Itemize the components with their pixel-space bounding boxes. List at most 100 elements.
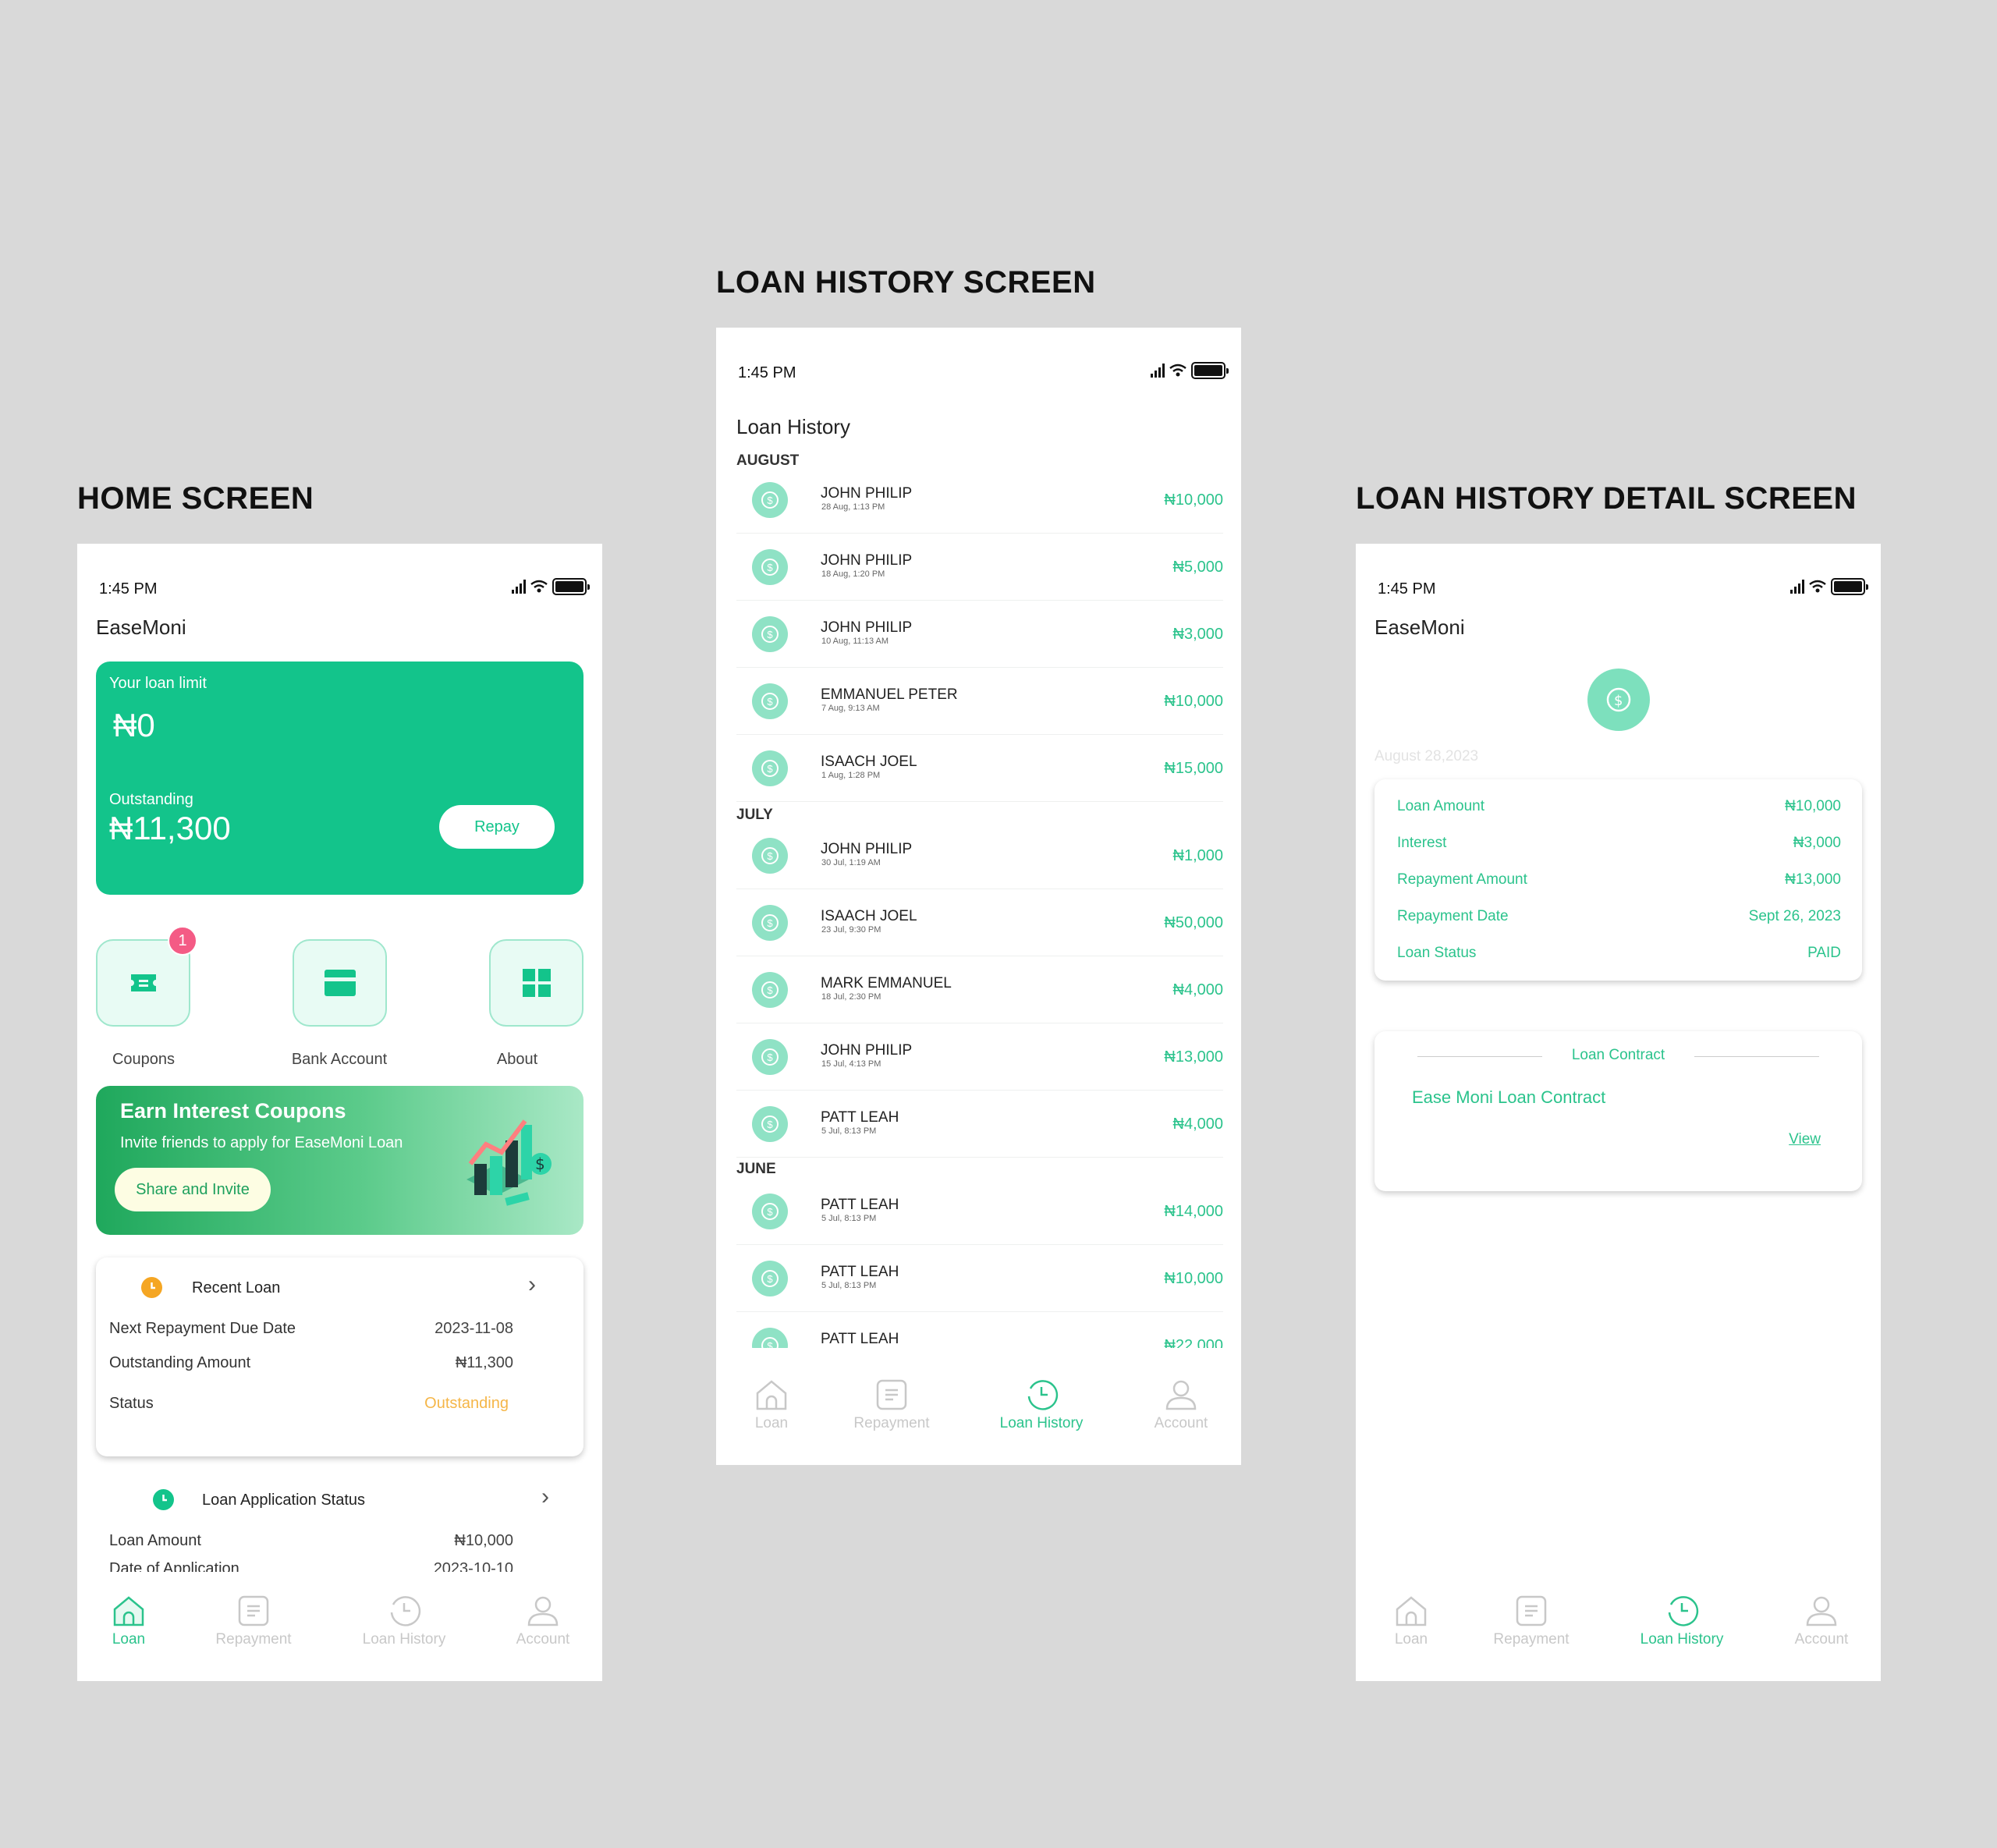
detail-value: Sept 26, 2023 <box>1748 908 1841 924</box>
list-item[interactable]: $ PATT LEAH ₦22,000 <box>736 1312 1223 1348</box>
loan-history-detail-screen: 1:45 PM EaseMoni $ August 28,2023 Loan A… <box>1356 544 1881 1681</box>
tab-repayment[interactable]: Repayment <box>199 1594 308 1648</box>
wifi-icon <box>1809 580 1826 593</box>
contract-heading: Loan Contract <box>1571 1047 1665 1063</box>
loan-date: 18 Jul, 2:30 PM <box>821 992 881 1002</box>
detail-label: Loan Amount <box>1397 798 1484 814</box>
detail-label: Repayment Amount <box>1397 871 1527 888</box>
signal-icon <box>512 580 526 594</box>
detail-value: ₦13,000 <box>1785 871 1841 888</box>
borrower-name: EMMANUEL PETER <box>821 686 958 703</box>
app-title: EaseMoni <box>96 615 186 639</box>
tab-account[interactable]: Account <box>1126 1378 1236 1432</box>
month-header: JUNE <box>736 1161 776 1177</box>
tab-loan[interactable]: Loan <box>1357 1594 1466 1648</box>
home-icon <box>756 1380 787 1410</box>
borrower-name: MARK EMMANUEL <box>821 975 952 991</box>
repay-button[interactable]: Repay <box>439 805 555 849</box>
tab-loan-history[interactable]: Loan History <box>1627 1594 1736 1648</box>
outstanding-value: ₦11,300 <box>109 810 231 846</box>
battery-icon <box>1191 362 1229 379</box>
status-bar: 1:45 PM <box>77 544 602 598</box>
recent-row-value: ₦11,300 <box>455 1354 513 1371</box>
loan-limit-label: Your loan limit <box>109 675 207 692</box>
loan-amount: ₦14,000 <box>1164 1203 1223 1220</box>
list-item[interactable]: $ EMMANUEL PETER 7 Aug, 9:13 AM ₦10,000 <box>736 668 1223 735</box>
tab-label: Loan <box>112 1631 146 1648</box>
borrower-name: JOHN PHILIP <box>821 619 913 636</box>
tab-label: Repayment <box>853 1415 930 1431</box>
tab-repayment[interactable]: Repayment <box>1477 1594 1586 1648</box>
clock-icon <box>153 1489 174 1510</box>
borrower-name: JOHN PHILIP <box>821 1042 913 1059</box>
home-icon <box>1396 1596 1427 1626</box>
tab-account[interactable]: Account <box>488 1594 598 1648</box>
borrower-name: PATT LEAH <box>821 1331 899 1347</box>
loan-amount: ₦3,000 <box>1172 626 1224 643</box>
list-item[interactable]: $ MARK EMMANUEL 18 Jul, 2:30 PM ₦4,000 <box>736 956 1223 1023</box>
tab-loan[interactable]: Loan <box>717 1378 826 1432</box>
growth-illustration-icon: $ <box>466 1119 552 1206</box>
coin-icon: $ <box>752 616 788 652</box>
list-item[interactable]: $ PATT LEAH 5 Jul, 8:13 PM ₦4,000 <box>736 1091 1223 1158</box>
loan-amount: ₦4,000 <box>1172 981 1224 998</box>
share-invite-button[interactable]: Share and Invite <box>115 1168 271 1211</box>
about-button[interactable] <box>489 939 583 1027</box>
list-item[interactable]: $ JOHN PHILIP 28 Aug, 1:13 PM ₦10,000 <box>736 466 1223 534</box>
tab-label: Account <box>516 1631 570 1648</box>
coin-icon: $ <box>752 905 788 941</box>
tab-loan[interactable]: Loan <box>77 1594 183 1648</box>
recent-row-label: Outstanding Amount <box>109 1354 251 1371</box>
promo-subtitle: Invite friends to apply for EaseMoni Loa… <box>120 1134 403 1151</box>
coin-icon: $ <box>752 1261 788 1296</box>
chevron-right-icon: › <box>528 1272 536 1297</box>
borrower-name: JOHN PHILIP <box>821 485 913 502</box>
tab-loan-history[interactable]: Loan History <box>987 1378 1096 1432</box>
loan-amount: ₦15,000 <box>1164 760 1223 777</box>
tab-account[interactable]: Account <box>1767 1594 1876 1648</box>
coin-icon: $ <box>1587 669 1650 731</box>
tab-label: Repayment <box>215 1631 292 1648</box>
detail-label: Loan Status <box>1397 945 1477 961</box>
bank-card-icon <box>324 970 356 996</box>
coin-icon: $ <box>752 838 788 874</box>
promo-banner: Earn Interest Coupons Invite friends to … <box>96 1086 583 1235</box>
loan-status-value: PAID <box>1807 945 1841 961</box>
borrower-name: ISAACH JOEL <box>821 754 917 770</box>
list-item[interactable]: $ PATT LEAH 5 Jul, 8:13 PM ₦10,000 <box>736 1245 1223 1312</box>
tab-bar: Loan Repayment Loan History Account <box>77 1572 602 1681</box>
outstanding-label: Outstanding <box>109 791 193 808</box>
tab-loan-history[interactable]: Loan History <box>349 1594 459 1648</box>
promo-title: Earn Interest Coupons <box>120 1099 346 1123</box>
coin-icon: $ <box>752 549 788 585</box>
tab-label: Repayment <box>1493 1631 1570 1648</box>
loan-date: 15 Jul, 4:13 PM <box>821 1059 881 1069</box>
list-item[interactable]: $ PATT LEAH 5 Jul, 8:13 PM ₦14,000 <box>736 1178 1223 1245</box>
list-item[interactable]: $ JOHN PHILIP 18 Aug, 1:20 PM ₦5,000 <box>736 534 1223 601</box>
application-status-title: Loan Application Status <box>202 1492 366 1509</box>
loan-history-list[interactable]: 1:45 PM Loan History AUGUST $ JOHN PHILIP… <box>716 328 1241 1348</box>
loan-limit-value: ₦0 <box>113 707 155 743</box>
list-item[interactable]: $ ISAACH JOEL 1 Aug, 1:28 PM ₦15,000 <box>736 735 1223 802</box>
list-item[interactable]: $ JOHN PHILIP 30 Jul, 1:19 AM ₦1,000 <box>736 822 1223 889</box>
tab-label: Loan <box>1394 1631 1428 1648</box>
signal-icon <box>1151 364 1165 378</box>
coin-icon: $ <box>752 482 788 518</box>
recent-row-label: Status <box>109 1395 154 1412</box>
loan-application-status[interactable]: Loan Application Status › Loan Amount ₦1… <box>77 1480 602 1581</box>
list-item[interactable]: $ JOHN PHILIP 10 Aug, 11:13 AM ₦3,000 <box>736 601 1223 668</box>
status-icons <box>1151 362 1229 379</box>
loan-amount: ₦5,000 <box>1172 559 1224 576</box>
chevron-right-icon: › <box>541 1484 549 1509</box>
loan-date: 10 Aug, 11:13 AM <box>821 637 889 646</box>
bank-account-button[interactable] <box>293 939 387 1027</box>
status-icons <box>1790 578 1868 595</box>
list-item[interactable]: $ ISAACH JOEL 23 Jul, 9:30 PM ₦50,000 <box>736 889 1223 956</box>
list-item[interactable]: $ JOHN PHILIP 15 Jul, 4:13 PM ₦13,000 <box>736 1023 1223 1091</box>
grid-icon <box>522 969 551 997</box>
tab-repayment[interactable]: Repayment <box>837 1378 946 1432</box>
user-icon <box>1806 1596 1837 1626</box>
recent-loan-card[interactable]: Recent Loan › Next Repayment Due Date 20… <box>96 1257 583 1456</box>
status-time: 1:45 PM <box>1378 580 1436 598</box>
view-contract-link[interactable]: View <box>1789 1131 1821 1148</box>
